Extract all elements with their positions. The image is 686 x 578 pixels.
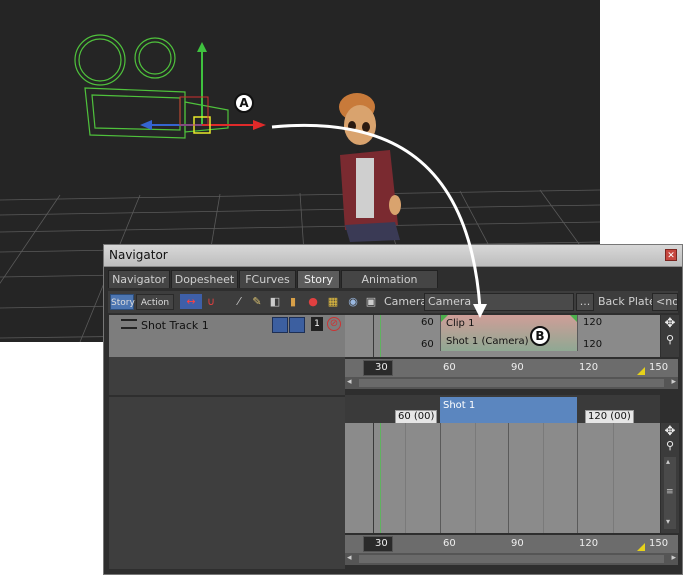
split-icon[interactable]: ◧ [268,294,282,309]
track-icon [121,319,137,329]
magnet-icon[interactable]: ∪ [204,294,218,309]
window-title: Navigator [109,248,168,262]
ruler-tick: 120 [579,538,599,549]
back-plate-field[interactable]: <no o [652,293,678,311]
tab-navigator[interactable]: Navigator [108,270,170,288]
shot-track-header[interactable]: Shot Track 1 1 ⊘ [109,315,345,357]
bottom-horizontal-scrollbar[interactable]: ◂ ▸ [345,553,678,565]
track-mute-icon[interactable]: ⊘ [327,317,341,331]
ruler-tick: 90 [511,538,524,549]
end-marker-icon [637,367,645,375]
callout-a: A [234,93,254,113]
shot-start-timecode: 60 (00) [395,410,438,424]
zoom-icon[interactable]: ⚲ [663,439,677,453]
vertical-scrollbar[interactable]: ▴ ≡ ▾ [664,457,676,529]
shot-track-lane[interactable]: 60 60 Clip 1 Shot 1 (Camera) 120 120 [345,315,660,357]
scroll-grip-icon[interactable]: ≡ [666,487,674,497]
track-tools-strip: ✥ ⚲ [661,315,679,357]
tab-bar: Navigator Dopesheet FCurves Story Animat… [108,270,678,304]
clip-end-top: 120 [583,317,603,328]
callout-b: B [530,326,550,346]
back-plate-label: Back Plate [598,295,656,308]
track-solo-icon[interactable] [289,317,305,333]
action-mode-button[interactable]: Action [136,294,174,310]
shot-end-timecode: 120 (00) [585,410,634,424]
shot-tools-strip: ✥ ⚲ ▴ ≡ ▾ [661,423,679,533]
clip-start-top: 60 [421,317,434,328]
razor-icon[interactable]: ⁄ [232,294,246,309]
scroll-right-icon[interactable]: ▸ [671,377,676,387]
top-timeline-ruler[interactable]: 30 60 90 120 150 [345,359,678,377]
story-toolbar: Story Action ↔ ∪ ⁄ ✎ ◧ ▮ ● ▦ ◉ ▣ Camera … [108,291,678,313]
bin-icon[interactable]: ▮ [286,294,300,309]
scroll-up-icon[interactable]: ▴ [666,457,670,466]
scroll-left-icon[interactable]: ◂ [347,377,352,387]
camera-browse-button[interactable]: ... [576,293,594,311]
brush-icon[interactable]: ✎ [250,294,264,309]
clip-end-marker-icon [570,315,577,322]
shot-label: Shot 1 [443,400,476,411]
tab-dopesheet[interactable]: Dopesheet [171,270,238,288]
insert-track-icon[interactable]: ↔ [180,294,202,309]
record-icon[interactable]: ● [306,294,320,309]
ruler-tick: 30 [375,362,388,373]
title-bar: Navigator ✕ [104,245,682,267]
track-lock-icon[interactable] [272,317,288,333]
shot-lane-header: Shot 1 60 (00) 120 (00) [345,395,660,424]
track-number-icon[interactable]: 1 [311,317,323,331]
shot-bar[interactable]: Shot 1 [440,397,577,423]
shot-clip[interactable]: Clip 1 Shot 1 (Camera) [440,315,578,351]
top-horizontal-scrollbar[interactable]: ◂ ▸ [345,377,678,389]
end-marker-icon [637,543,645,551]
ruler-tick: 60 [443,538,456,549]
clip-start-bottom: 60 [421,339,434,350]
camera-field[interactable]: Camera [424,293,574,311]
render-icon[interactable]: ▦ [326,294,340,309]
tab-fcurves[interactable]: FCurves [239,270,296,288]
move-tool-icon[interactable]: ✥ [663,425,677,439]
ruler-tick: 120 [579,362,599,373]
close-icon[interactable]: ✕ [665,249,677,261]
tab-animation-trigger[interactable]: Animation Trigger [341,270,438,304]
ruler-tick: 90 [511,362,524,373]
ruler-tick: 60 [443,362,456,373]
view-icon[interactable]: ◉ [346,294,360,309]
scroll-right-icon[interactable]: ▸ [671,553,676,563]
zoom-icon[interactable]: ⚲ [663,333,677,347]
story-mode-button[interactable]: Story [110,294,135,310]
track-list-footer [109,357,345,395]
shot-lane-grid[interactable] [345,423,660,533]
move-tool-icon[interactable]: ✥ [663,317,677,331]
scroll-thumb-icon[interactable] [359,379,664,387]
navigator-window: Navigator ✕ Navigator Dopesheet FCurves … [103,244,683,575]
shot-list-panel [109,397,345,533]
shot-list-footer [109,533,345,569]
scroll-left-icon[interactable]: ◂ [347,553,352,563]
ruler-tick: 30 [375,538,388,549]
ruler-tick: 150 [649,362,669,373]
shot-name: Shot 1 (Camera) [446,336,529,347]
scroll-thumb-icon[interactable] [359,555,664,563]
tab-story[interactable]: Story [297,270,340,288]
clip-end-bottom: 120 [583,339,603,350]
camera-label: Camera [384,295,428,308]
scroll-down-icon[interactable]: ▾ [666,517,670,526]
bottom-timeline-ruler[interactable]: 30 60 90 120 150 [345,535,678,553]
ruler-tick: 150 [649,538,669,549]
camera-switch-icon[interactable]: ▣ [364,294,378,309]
track-name: Shot Track 1 [141,319,209,332]
clip-name: Clip 1 [446,318,475,329]
